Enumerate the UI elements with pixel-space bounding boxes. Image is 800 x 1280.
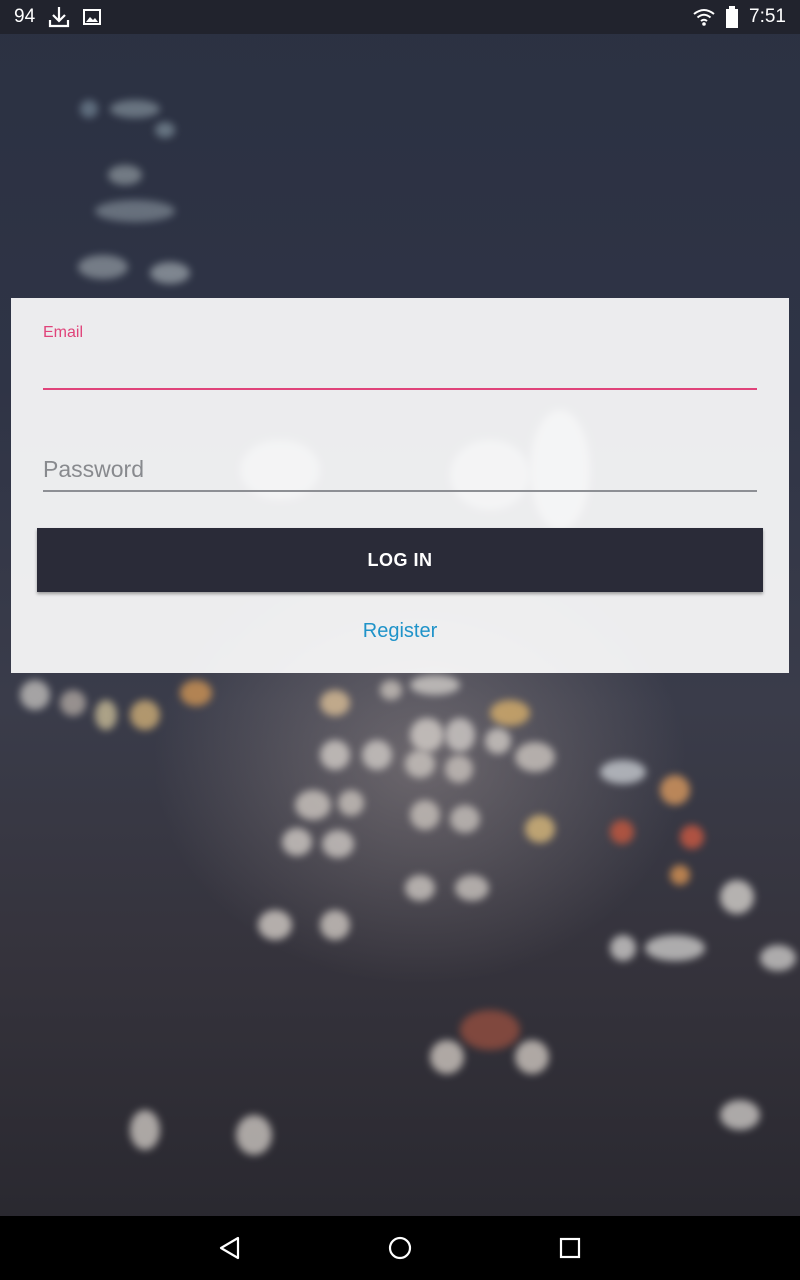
image-icon: [83, 8, 102, 26]
register-link[interactable]: Register: [11, 620, 789, 643]
download-icon: [47, 5, 71, 29]
notification-count: 94: [14, 6, 36, 27]
email-input[interactable]: [43, 352, 757, 382]
back-icon[interactable]: [210, 1228, 250, 1268]
email-label: Email: [43, 324, 84, 341]
email-field: Email: [43, 324, 757, 390]
recents-icon[interactable]: [550, 1228, 590, 1268]
wifi-icon: [693, 8, 715, 26]
battery-icon: [725, 6, 739, 28]
email-underline: [43, 388, 757, 390]
login-button[interactable]: LOG IN: [37, 528, 763, 592]
password-field: [43, 450, 757, 492]
password-input[interactable]: [43, 454, 757, 484]
clock: 7:51: [749, 6, 786, 27]
status-left: 94: [14, 5, 102, 29]
status-bar: 94 7:51: [0, 0, 800, 34]
login-card: Email LOG IN Register: [11, 298, 789, 673]
password-underline: [43, 490, 757, 492]
home-icon[interactable]: [380, 1228, 420, 1268]
status-right: 7:51: [693, 6, 786, 28]
login-screen: 94 7:51 Email LOG IN Register: [0, 0, 800, 1280]
navigation-bar: [0, 1216, 800, 1280]
